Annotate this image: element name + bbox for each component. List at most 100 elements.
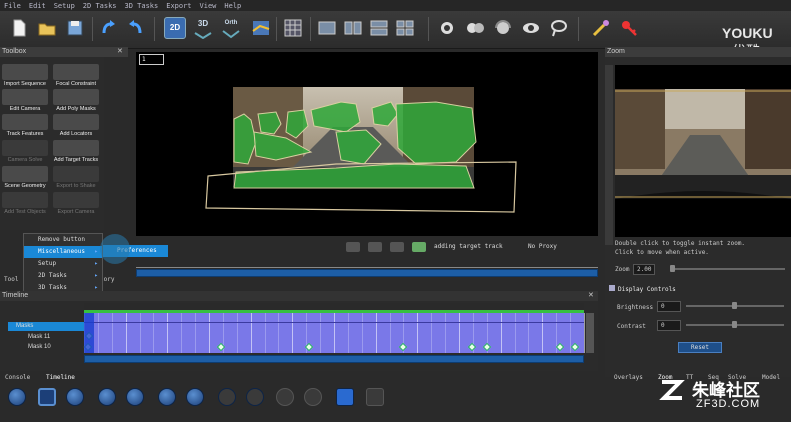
viewport-ruler bbox=[136, 260, 598, 268]
tool-add-test-objects[interactable]: Add Test Objects bbox=[1, 192, 49, 216]
open-folder-icon[interactable] bbox=[36, 17, 58, 39]
camera-icon[interactable] bbox=[436, 17, 458, 39]
menu-2d-tasks[interactable]: 2D Tasks bbox=[83, 2, 117, 10]
zoom-slider[interactable] bbox=[670, 268, 785, 270]
play-backward-button[interactable] bbox=[8, 388, 26, 406]
next-frame-button[interactable] bbox=[126, 388, 144, 406]
timeline-vscroll[interactable] bbox=[586, 313, 594, 353]
close-icon[interactable]: ✕ bbox=[117, 47, 123, 57]
playhead[interactable] bbox=[84, 313, 94, 353]
tool-focal-constraint[interactable]: Focal Constraint bbox=[52, 64, 100, 88]
timeline-tick bbox=[347, 313, 349, 353]
save-icon[interactable] bbox=[64, 17, 86, 39]
view-3d-label: 3D bbox=[197, 19, 209, 28]
tool-edit-camera[interactable]: Edit Camera bbox=[1, 89, 49, 113]
new-file-icon[interactable] bbox=[8, 17, 30, 39]
checkbox-icon[interactable] bbox=[609, 285, 615, 291]
keyframe-diamond[interactable] bbox=[570, 342, 580, 352]
layout-2-icon[interactable] bbox=[342, 17, 364, 39]
timeline-tick bbox=[514, 313, 516, 353]
menu-3d-tasks[interactable]: 3D Tasks bbox=[125, 2, 159, 10]
tab-tool[interactable]: Tool bbox=[4, 276, 18, 283]
lock-icon[interactable] bbox=[366, 388, 384, 406]
menu-item-miscellaneous[interactable]: Miscellaneous ▸ bbox=[24, 246, 102, 258]
tool-label: Edit Camera bbox=[9, 106, 41, 112]
next-key-button[interactable] bbox=[246, 388, 264, 406]
zoom-slider-knob[interactable] bbox=[670, 265, 675, 272]
close-icon[interactable]: ✕ bbox=[588, 291, 594, 301]
redo-icon[interactable] bbox=[124, 17, 146, 39]
layout-1-icon[interactable] bbox=[316, 17, 338, 39]
stop-button[interactable] bbox=[38, 388, 56, 406]
brightness-knob[interactable] bbox=[732, 302, 737, 309]
contrast-field[interactable]: 0 bbox=[657, 320, 681, 331]
menu-item-setup[interactable]: Setup ▸ bbox=[24, 258, 102, 270]
menu-setup[interactable]: Setup bbox=[54, 2, 75, 10]
tool-add-locators[interactable]: Add Locators bbox=[52, 114, 100, 138]
tool-track-features[interactable]: Track Features bbox=[1, 114, 49, 138]
menu-view[interactable]: View bbox=[200, 2, 217, 10]
tool-export-camera[interactable]: Export Camera bbox=[52, 192, 100, 216]
proxy-select[interactable]: No Proxy bbox=[528, 243, 557, 250]
menu-edit[interactable]: Edit bbox=[29, 2, 46, 10]
tool-add-poly-masks[interactable]: Add Poly Masks bbox=[52, 89, 100, 113]
zoom-preview[interactable] bbox=[615, 65, 791, 237]
tool-add-target-tracks[interactable]: Add Target Tracks bbox=[52, 140, 100, 164]
view-3d-button[interactable]: 3D bbox=[192, 17, 214, 39]
timeline-tick bbox=[361, 313, 363, 353]
track-view-button[interactable] bbox=[412, 242, 426, 252]
tool-scene-geometry[interactable]: Scene Geometry bbox=[1, 166, 49, 190]
menu-help[interactable]: Help bbox=[224, 2, 241, 10]
zoom-vscroll[interactable] bbox=[605, 65, 613, 245]
display-controls-header[interactable]: Display Controls bbox=[609, 285, 676, 293]
tool-import-sequence[interactable]: Import Sequence bbox=[1, 64, 49, 88]
camera-sync-icon[interactable] bbox=[492, 17, 514, 39]
menu-export[interactable]: Export bbox=[166, 2, 191, 10]
undo-icon[interactable] bbox=[98, 17, 120, 39]
loop-button[interactable] bbox=[336, 388, 354, 406]
undo-view-button[interactable] bbox=[390, 242, 404, 252]
zoom-street-image bbox=[615, 89, 791, 199]
layout-4-icon[interactable] bbox=[394, 17, 416, 39]
magic-icon[interactable] bbox=[590, 17, 612, 39]
prev-key-button[interactable] bbox=[218, 388, 236, 406]
layout-3-icon[interactable] bbox=[368, 17, 390, 39]
go-end-button[interactable] bbox=[186, 388, 204, 406]
menu-file[interactable]: File bbox=[4, 2, 21, 10]
tool-camera-solve[interactable]: Camera Solve bbox=[1, 140, 49, 164]
tab-overlays[interactable]: Overlays bbox=[614, 374, 643, 381]
go-start-button[interactable] bbox=[158, 388, 176, 406]
keyframe-diamond[interactable] bbox=[467, 342, 476, 352]
view-split-icon[interactable] bbox=[250, 17, 272, 39]
eye-view-button[interactable] bbox=[346, 242, 360, 252]
dual-camera-icon[interactable] bbox=[464, 17, 486, 39]
grid-icon[interactable] bbox=[282, 17, 304, 39]
brightness-field[interactable]: 0 bbox=[657, 301, 681, 312]
play-forward-button[interactable] bbox=[66, 388, 84, 406]
view-2d-button[interactable]: 2D bbox=[164, 17, 186, 39]
zoom-value-field[interactable]: 2.00 bbox=[633, 264, 656, 275]
viewport-scrub-bar[interactable] bbox=[136, 269, 598, 277]
next-keyframe-button[interactable] bbox=[304, 388, 322, 406]
keyframe-diamond[interactable] bbox=[556, 342, 565, 352]
timeline-scrub-bar[interactable] bbox=[84, 355, 584, 363]
contrast-knob[interactable] bbox=[732, 321, 737, 328]
menu-item-2d-tasks[interactable]: 2D Tasks ▸ bbox=[24, 270, 102, 282]
keyframe-diamond[interactable] bbox=[482, 342, 491, 352]
reset-button[interactable]: Reset bbox=[678, 342, 722, 353]
prev-frame-button[interactable] bbox=[98, 388, 116, 406]
view-ortho-button[interactable]: Orth bbox=[220, 17, 242, 39]
tool-export-to-shake[interactable]: Export to Shake bbox=[52, 166, 100, 190]
square-view-button[interactable] bbox=[368, 242, 382, 252]
tab-console[interactable]: Console bbox=[5, 374, 30, 381]
row-label-mask-11: Mask 11 bbox=[28, 334, 51, 340]
tab-timeline[interactable]: Timeline bbox=[46, 374, 75, 381]
submenu-arrow-icon: ▸ bbox=[94, 248, 98, 255]
eye-icon[interactable] bbox=[520, 17, 542, 39]
keyframe-diamond[interactable] bbox=[398, 342, 408, 352]
lasso-icon[interactable] bbox=[548, 17, 570, 39]
prev-keyframe-button[interactable] bbox=[276, 388, 294, 406]
menu-item-remove-button[interactable]: Remove button bbox=[24, 234, 102, 246]
key-icon[interactable] bbox=[618, 17, 640, 39]
timeline-grid[interactable] bbox=[83, 313, 585, 353]
